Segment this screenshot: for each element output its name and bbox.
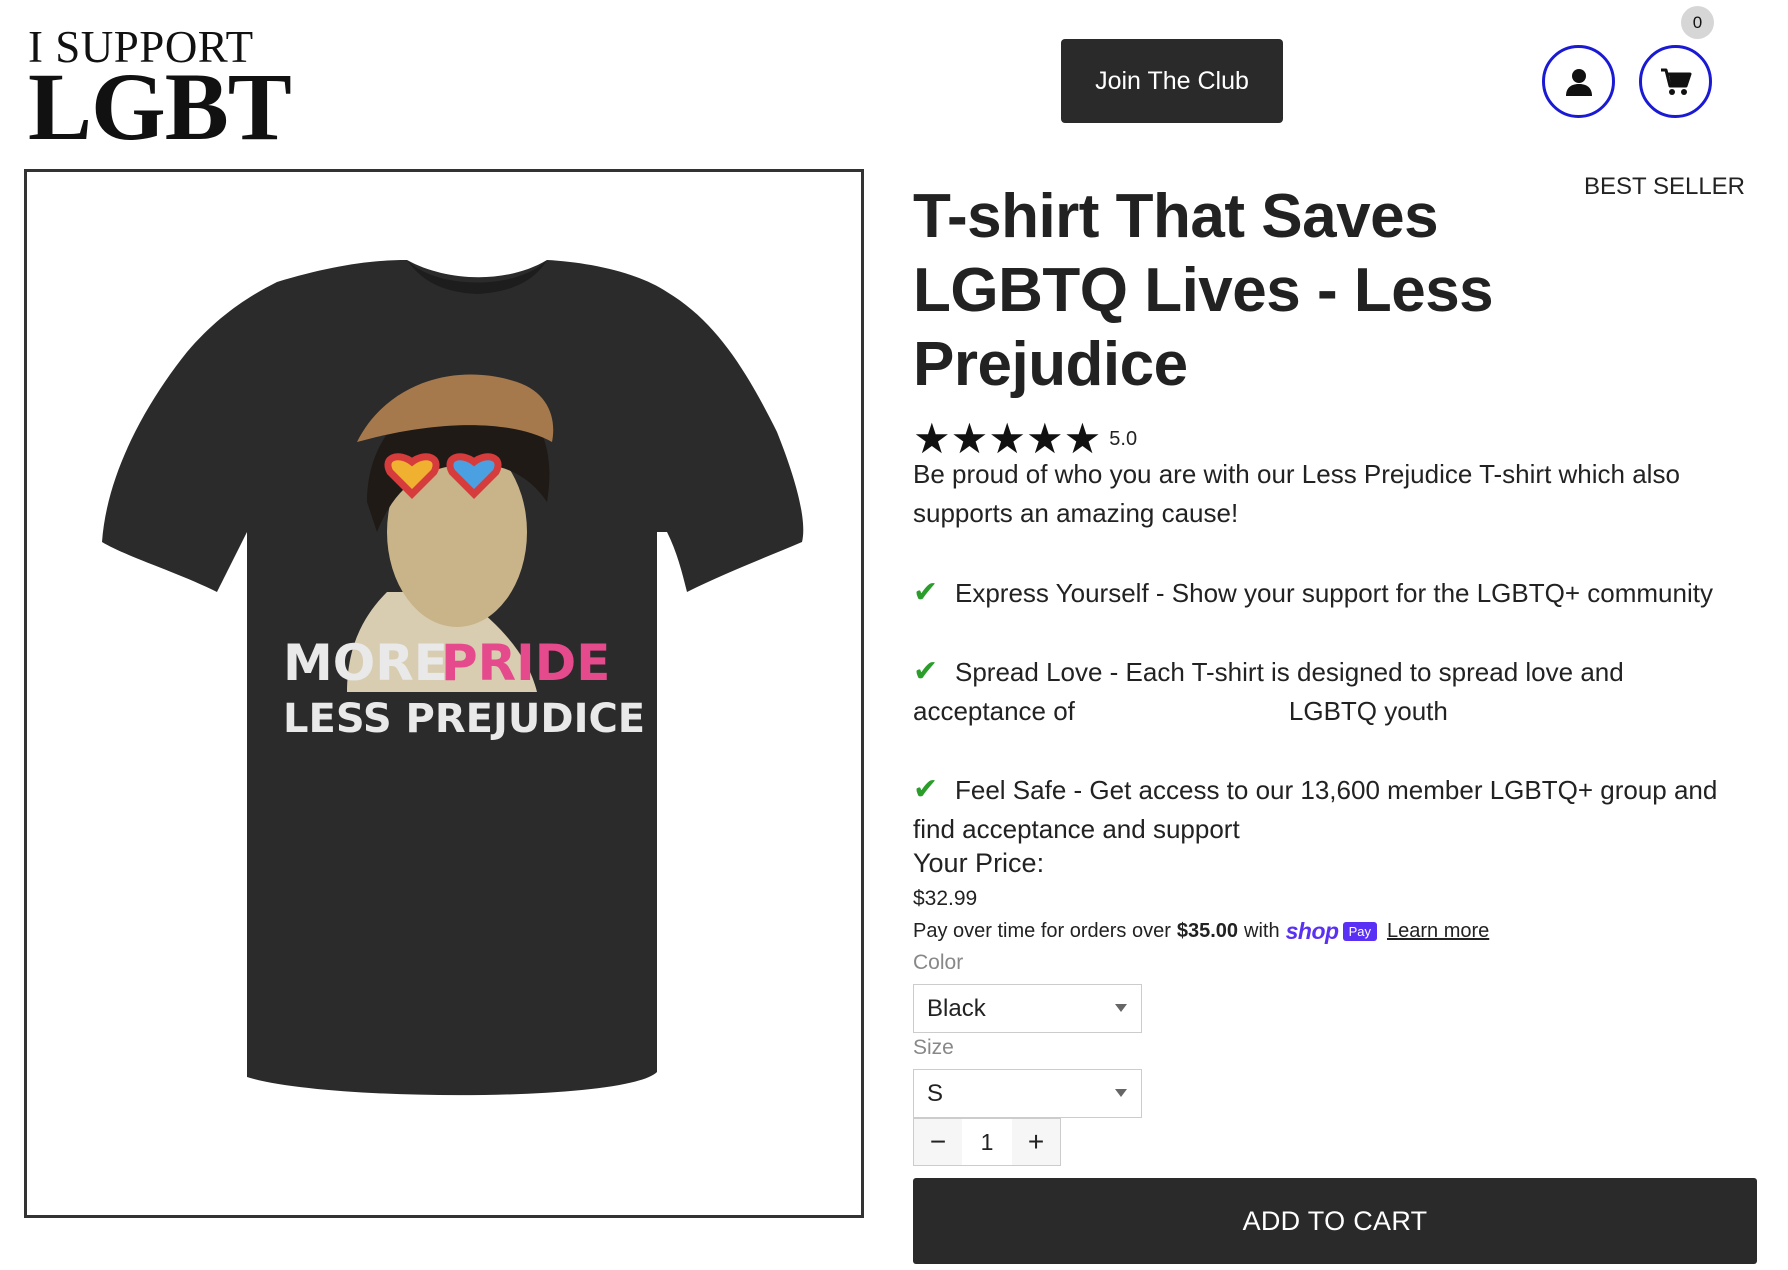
feature-text: Express Yourself - Show your support for…	[955, 578, 1713, 608]
add-to-cart-button[interactable]: ADD TO CART	[913, 1178, 1757, 1264]
star-icon: ★	[913, 415, 951, 462]
site-logo[interactable]: I SUPPORT LGBT	[28, 25, 292, 160]
quantity-increase-button[interactable]: +	[1012, 1119, 1060, 1165]
learn-more-link[interactable]: Learn more	[1387, 920, 1489, 943]
best-seller-badge: BEST SELLER	[1584, 173, 1745, 200]
color-select-value: Black	[927, 994, 986, 1022]
price-label: Your Price:	[913, 848, 1045, 878]
star-icon: ★	[1063, 415, 1102, 462]
price-value: $32.99	[913, 887, 978, 910]
feature-item: ✔ Express Yourself - Show your support fo…	[913, 573, 1743, 613]
feature-item: ✔ Spread Love - Each T-shirt is designed …	[913, 652, 1743, 731]
shoppay-text: Pay over time for orders over	[913, 920, 1171, 942]
size-label: Size	[913, 1036, 954, 1059]
star-icon: ★	[988, 415, 1026, 462]
product-description: Be proud of who you are with our Less Pr…	[913, 459, 1680, 528]
shoppay-pay-badge: Pay	[1342, 922, 1377, 941]
tshirt-illustration: MORE PRIDE LESS PREJUDICE	[102, 260, 804, 1096]
print-less-prejudice: LESS PREJUDICE	[283, 696, 645, 742]
product-image[interactable]: MORE PRIDE LESS PREJUDICE	[24, 169, 864, 1218]
feature-text: Feel Safe - Get access to our 13,600 mem…	[913, 775, 1718, 844]
quantity-value[interactable]: 1	[962, 1129, 1012, 1156]
user-icon	[1565, 68, 1592, 96]
shoppay-banner: Pay over time for orders over $35.00 wit…	[913, 918, 1489, 945]
color-label: Color	[913, 951, 964, 974]
checkmark-icon: ✔	[913, 773, 939, 806]
shoppay-amount: $35.00	[1176, 920, 1239, 942]
rating-value: 5.0	[1109, 427, 1138, 450]
shoppay-logo: shop	[1285, 918, 1339, 944]
size-select[interactable]: S	[913, 1069, 1142, 1118]
account-button[interactable]	[1542, 45, 1615, 118]
print-more: MORE	[283, 634, 448, 692]
color-select[interactable]: Black	[913, 984, 1142, 1033]
quantity-decrease-button[interactable]: −	[914, 1119, 962, 1165]
star-icon: ★	[1025, 415, 1064, 462]
product-title: T-shirt That Saves LGBTQ Lives - Less Pr…	[913, 182, 1494, 399]
cart-button[interactable]	[1639, 45, 1712, 118]
cart-icon	[1660, 68, 1691, 95]
logo-line-2: LGBT	[28, 53, 292, 160]
quantity-stepper: − 1 +	[913, 1118, 1061, 1166]
feature-text: Spread Love - Each T-shirt is designed t…	[913, 657, 1624, 726]
chevron-down-icon	[1115, 1089, 1127, 1097]
print-pride: PRIDE	[441, 634, 610, 692]
size-select-value: S	[927, 1079, 944, 1107]
checkmark-icon: ✔	[913, 655, 939, 688]
feature-item: ✔ Feel Safe - Get access to our 13,600 me…	[913, 770, 1743, 849]
star-icon: ★	[950, 415, 989, 462]
product-rating[interactable]: ★ ★ ★ ★ ★ 5.0	[913, 418, 1137, 460]
checkmark-icon: ✔	[913, 576, 939, 609]
feature-text-tail: LGBTQ youth	[1288, 696, 1448, 726]
chevron-down-icon	[1115, 1004, 1127, 1012]
join-club-button[interactable]: Join The Club	[1061, 39, 1283, 123]
cart-count-badge: 0	[1681, 6, 1714, 39]
shoppay-with: with	[1244, 920, 1280, 942]
